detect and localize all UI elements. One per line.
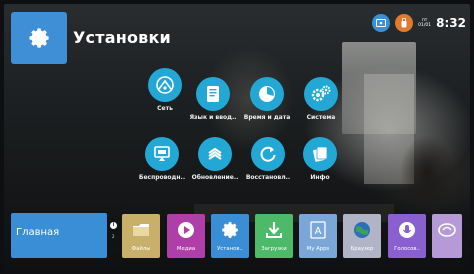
app-label: Голосов.. [394,246,420,252]
system-gears-icon [311,85,331,102]
network-icon [156,76,174,94]
page-title: Установки [73,28,171,47]
app-files[interactable]: Файлы [122,214,160,258]
app-label: Браузер [350,246,374,252]
info-circle[interactable] [303,137,337,171]
folder-icon [132,220,150,240]
grid-item-info[interactable]: Инфо [292,137,348,181]
network-circle[interactable] [148,68,182,102]
status-bar: пт 01/01 8:32 [372,14,466,32]
grid-label: Инфо [310,174,330,181]
home-label: Главная [16,227,60,238]
update-layers-icon [208,147,222,160]
app-label: Установ.. [217,246,243,252]
clock-time: 8:32 [436,16,466,30]
language-icon [207,86,219,102]
download-icon [265,220,283,240]
datetime-circle[interactable] [250,77,284,111]
language-circle[interactable] [196,77,230,111]
grid-label: Система [306,114,336,121]
info-badge-icon: i [110,222,117,229]
gear-icon [221,220,239,240]
grid-item-language[interactable]: Язык и ввод.. [185,77,241,121]
update-circle[interactable] [198,137,232,171]
usb-storage-icon [395,14,414,32]
app-extra[interactable] [432,214,462,258]
reflection-person [392,122,462,218]
info-badge-count: 2 [112,234,115,239]
app-label: Медиа [176,246,196,252]
gear-icon [29,28,49,48]
restore-circle[interactable] [251,137,285,171]
app-my-apps[interactable]: A My Apps [299,214,337,258]
grid-label: Восстановл.. [245,174,291,181]
wireless-display-icon [154,146,170,161]
app-label: My Apps [306,246,330,252]
grid-item-system[interactable]: Система [293,77,349,121]
play-icon [177,220,195,240]
grid-item-update[interactable]: Обновление.. [187,137,243,181]
app-label: Файлы [131,246,151,252]
app-downloads[interactable]: Загрузки [255,214,293,258]
grid-label: Обновление.. [191,174,239,181]
globe-icon [352,220,372,240]
wireless-circle[interactable] [145,137,179,171]
clock-icon [259,86,275,102]
svg-text:A: A [315,226,322,237]
grid-label: Язык и ввод.. [189,114,237,121]
settings-header-tile [11,12,67,64]
grid-item-restore[interactable]: Восстановл.. [240,137,296,181]
app-settings[interactable]: Установ.. [211,214,249,258]
app-voice[interactable]: Голосов.. [388,214,426,258]
date-display: пт 01/01 [418,18,431,29]
date-label: 01/01 [418,23,432,28]
app-browser[interactable]: Браузер [343,214,381,258]
info-cards-icon [313,146,328,162]
grid-label: Беспроводн.. [138,174,186,181]
system-circle[interactable] [304,77,338,111]
grid-item-datetime[interactable]: Время и дата [239,77,295,121]
grid-label: Время и дата [243,114,291,121]
apps-store-icon: A [310,220,326,240]
microphone-icon [398,220,416,240]
app-label: Загрузки [261,246,287,252]
tv-logo-icon [437,220,457,240]
grid-item-wireless[interactable]: Беспроводн.. [134,137,190,181]
restore-icon [260,146,276,162]
app-media[interactable]: Медиа [167,214,205,258]
network-status-icon [372,14,391,32]
